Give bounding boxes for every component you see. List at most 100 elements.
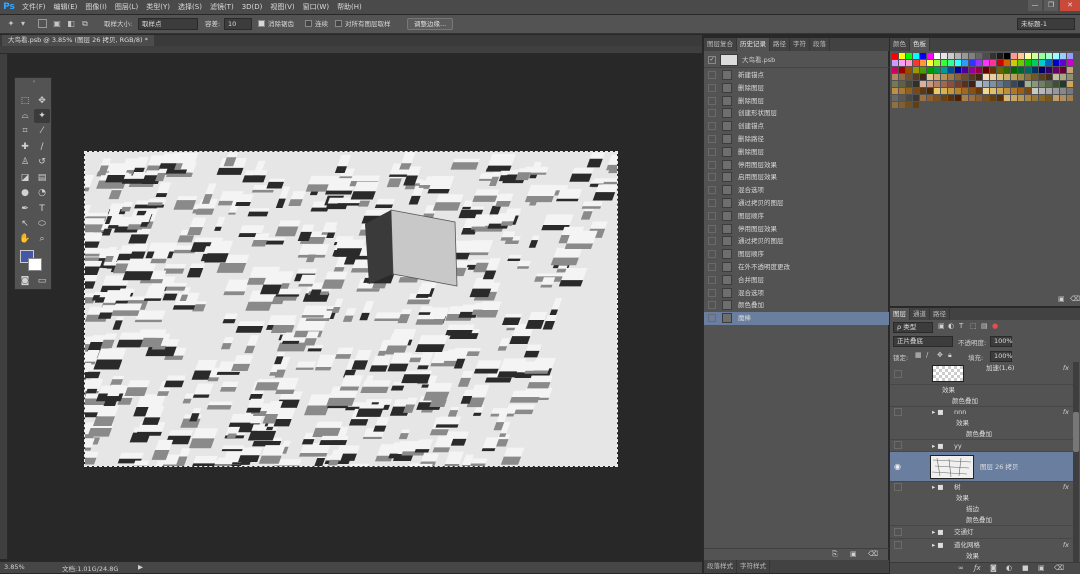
lock-image-icon[interactable]: ∕ [926, 351, 928, 359]
color-swatch[interactable] [1025, 60, 1031, 66]
history-item[interactable]: 启用图层效果 [704, 171, 889, 184]
history-item[interactable]: 合并图层 [704, 274, 889, 287]
history-source-box[interactable] [708, 71, 716, 79]
layer-effect-item[interactable]: 描边 [890, 504, 1073, 515]
color-swatch[interactable] [983, 74, 989, 80]
color-swatch[interactable] [997, 67, 1003, 73]
history-item[interactable]: 停用图层效果 [704, 223, 889, 236]
color-swatch[interactable] [1053, 67, 1059, 73]
color-swatch[interactable] [892, 53, 898, 59]
opacity-input[interactable]: 100% [990, 336, 1012, 347]
color-swatch[interactable] [1011, 74, 1017, 80]
panel-tab[interactable]: 图层复合 [704, 38, 737, 51]
panel-tab[interactable]: 路径 [930, 308, 950, 320]
color-swatch[interactable] [1018, 88, 1024, 94]
history-source-box[interactable] [708, 173, 716, 181]
folder-icon[interactable]: ▸ ■ [932, 482, 943, 492]
lock-transparent-icon[interactable]: ▦ [915, 351, 922, 359]
color-swatch[interactable] [1011, 88, 1017, 94]
color-swatch[interactable] [976, 53, 982, 59]
color-swatch[interactable] [1046, 88, 1052, 94]
color-swatch[interactable] [899, 81, 905, 87]
color-swatch[interactable] [1039, 81, 1045, 87]
screen-mode-icon[interactable]: ▭ [34, 274, 50, 288]
layer-effects-row[interactable]: 效果 [890, 551, 1073, 561]
color-swatch[interactable] [906, 81, 912, 87]
blend-mode-select[interactable]: 正片叠底 [893, 336, 953, 347]
color-swatch[interactable] [906, 53, 912, 59]
color-swatch[interactable] [906, 95, 912, 101]
color-swatch[interactable] [1067, 74, 1073, 80]
color-swatch[interactable] [969, 67, 975, 73]
color-swatch[interactable] [1060, 60, 1066, 66]
color-swatch[interactable] [948, 74, 954, 80]
color-swatch[interactable] [892, 81, 898, 87]
color-swatch[interactable] [1004, 81, 1010, 87]
history-item[interactable]: 在外不透明度更改 [704, 261, 889, 274]
filter-type-icon[interactable]: T [959, 322, 963, 330]
color-swatch[interactable] [1032, 67, 1038, 73]
color-swatch[interactable] [1060, 81, 1066, 87]
panel-tab[interactable]: 通道 [910, 308, 930, 320]
add-selection-icon[interactable]: ▣ [52, 19, 62, 29]
toolbox-grip-icon[interactable]: » [17, 80, 51, 85]
contiguous-checkbox[interactable] [305, 20, 312, 27]
color-swatch[interactable] [1046, 81, 1052, 87]
filter-adjust-icon[interactable]: ◐ [948, 322, 954, 330]
color-swatch[interactable] [1025, 53, 1031, 59]
color-swatch[interactable] [906, 74, 912, 80]
eraser-tool-icon[interactable]: ◪ [17, 171, 33, 185]
color-swatch[interactable] [1032, 74, 1038, 80]
color-swatch[interactable] [1032, 81, 1038, 87]
dropdown-arrow-icon[interactable]: ▾ [18, 19, 28, 29]
color-swatch[interactable] [920, 60, 926, 66]
color-swatch[interactable] [892, 67, 898, 73]
color-swatch[interactable] [990, 88, 996, 94]
history-item[interactable]: 新建锚点 [704, 69, 889, 82]
color-swatch[interactable] [1018, 67, 1024, 73]
path-select-icon[interactable]: ↖ [17, 217, 33, 231]
color-swatch[interactable] [948, 53, 954, 59]
canvas-image-city-render[interactable] [84, 151, 618, 467]
color-swatch[interactable] [1018, 95, 1024, 101]
color-swatch[interactable] [1060, 53, 1066, 59]
color-swatch[interactable] [913, 67, 919, 73]
history-source-box[interactable] [708, 314, 716, 322]
color-swatch[interactable] [990, 95, 996, 101]
folder-icon[interactable]: ▸ ■ [932, 527, 943, 537]
fill-input[interactable]: 100% [990, 351, 1012, 362]
history-item[interactable]: 通过拷贝的图层 [704, 235, 889, 248]
zoom-level[interactable]: 3.85% [4, 563, 25, 571]
sample-size-select[interactable]: 取样点 [138, 18, 198, 30]
history-item[interactable]: 创建形状图层 [704, 107, 889, 120]
history-item[interactable]: 删除图层 [704, 95, 889, 108]
subtract-selection-icon[interactable]: ◧ [66, 19, 76, 29]
link-layers-icon[interactable]: ∞ [958, 564, 964, 572]
color-swatch[interactable] [913, 95, 919, 101]
color-swatch[interactable] [997, 53, 1003, 59]
shape-tool-icon[interactable]: ⬭ [34, 217, 50, 231]
quick-mask-icon[interactable]: ◙ [17, 274, 33, 288]
color-swatch[interactable] [1025, 74, 1031, 80]
visibility-toggle[interactable] [894, 370, 902, 378]
layer-group-row[interactable]: ▸ ■ nnn fx [890, 407, 1073, 418]
color-swatch[interactable] [1032, 53, 1038, 59]
minimize-button[interactable]: — [1028, 0, 1042, 11]
color-swatch[interactable] [934, 60, 940, 66]
color-swatch[interactable] [997, 95, 1003, 101]
color-swatch[interactable] [997, 88, 1003, 94]
color-swatch[interactable] [934, 53, 940, 59]
color-swatch[interactable] [899, 102, 905, 108]
color-swatch[interactable] [920, 88, 926, 94]
history-item[interactable]: 图层顺序 [704, 248, 889, 261]
layer-group-row[interactable]: ▸ ■ 道化网格 fx [890, 539, 1073, 551]
color-swatch[interactable] [920, 53, 926, 59]
color-swatch[interactable] [899, 88, 905, 94]
new-selection-icon[interactable] [38, 19, 47, 28]
history-item[interactable]: 混合选项 [704, 287, 889, 300]
color-swatch[interactable] [1067, 81, 1073, 87]
color-swatch[interactable] [948, 88, 954, 94]
dodge-tool-icon[interactable]: ◔ [34, 186, 50, 200]
color-swatch[interactable] [892, 60, 898, 66]
color-swatch[interactable] [990, 53, 996, 59]
